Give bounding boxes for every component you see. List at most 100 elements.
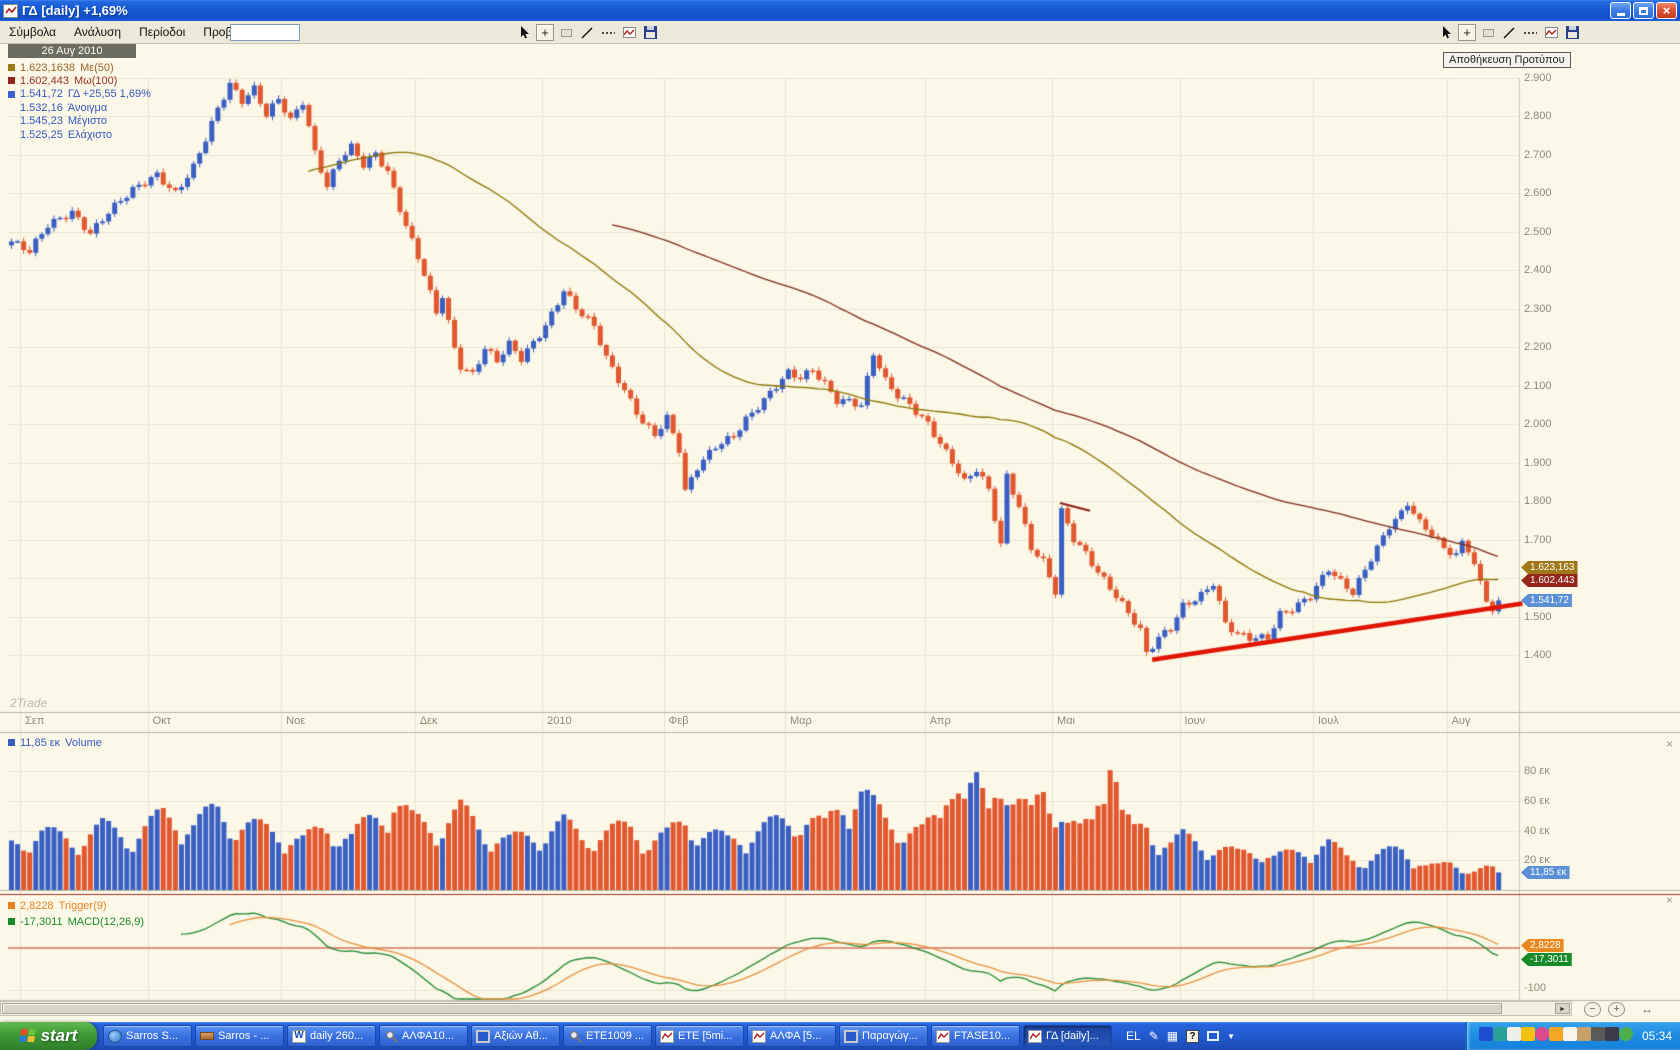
y-axis-label: 2.300 [1524,303,1552,315]
start-button[interactable]: start [0,1022,97,1050]
volume-pane-close-icon[interactable]: × [1663,738,1676,751]
menu-item-3[interactable]: Περίοδοι [130,22,194,42]
restore-button[interactable] [1633,2,1654,19]
price-axis-tag: 1.541,72 [1521,594,1572,607]
y-axis-label: 1.400 [1524,649,1552,661]
crosshair-tool-icon[interactable]: + [536,24,554,41]
messenger-heart-icon[interactable] [1535,1027,1549,1041]
y-axis-label: 2.400 [1524,264,1552,276]
taskbar-button-daily-260-[interactable]: Wdaily 260... [287,1025,376,1047]
scrollbar-thumb[interactable] [2,1003,1502,1014]
close-button[interactable]: × [1656,2,1677,19]
volume-axis-label: 60 εκ [1524,795,1550,807]
pointer-tool-icon[interactable] [515,24,533,41]
save-tool-icon[interactable] [641,24,659,41]
crosshair-date-label: 26 Αυγ 2010 [8,44,136,58]
chat-faces-icon[interactable] [1577,1027,1591,1041]
taskbar-button-sarros-[interactable]: Sarros - ... [195,1025,284,1047]
zoom-in-button[interactable]: + [1608,1002,1625,1017]
volume-legend: 11,85 εκ Volume [8,736,102,749]
horizontal-scrollbar[interactable]: ► [0,1001,1572,1016]
legend-swatch [8,77,15,84]
dotted-line-tool-icon[interactable] [1521,24,1539,41]
volume-speaker-icon[interactable] [1591,1027,1605,1041]
langbar-restore-icon[interactable] [1207,1031,1219,1041]
crosshair-tool-icon[interactable]: + [1458,24,1476,41]
langbar-caret-icon[interactable]: ▼ [1227,1032,1235,1041]
zoom-out-button[interactable]: − [1584,1002,1601,1017]
globe-icon [108,1030,122,1043]
monitor-icon [476,1030,490,1043]
volume-axis-tag: 11,85 εκ [1521,866,1570,879]
pen-icon[interactable]: ✎ [1149,1029,1159,1043]
menu-item-1[interactable]: Σύμβολα [0,22,65,42]
chart-canvas[interactable] [0,44,1680,1022]
pointer-tool-icon[interactable] [1437,24,1455,41]
legend-label: Άνοιγμα [68,102,107,114]
price-legend-row: 1.532,16Άνοιγμα [8,101,107,114]
task-label: daily 260... [310,1030,363,1042]
x-axis-label: Ιουν [1185,715,1206,727]
dotted-line-tool-icon[interactable] [599,24,617,41]
y-axis-label: 2.600 [1524,187,1552,199]
rectangle-tool-icon[interactable] [1479,24,1497,41]
price-axis-tag: 1.623,163 [1521,561,1578,574]
y-axis-label: 2.800 [1524,110,1552,122]
rectangle-tool-icon[interactable] [557,24,575,41]
fit-width-button[interactable]: ↔ [1636,1002,1658,1017]
price-legend-row: 1.602,443Μω(100) [8,74,117,87]
taskbar-button-ftase10-[interactable]: FTASE10... [931,1025,1020,1047]
taskbar-button-αλφα10-[interactable]: ΑΛΦΑ10... [379,1025,468,1047]
update-alert-icon[interactable] [1549,1027,1563,1041]
trendline-tool-icon[interactable] [1500,24,1518,41]
y-axis-label: 2.900 [1524,72,1552,84]
x-axis-label: Φεβ [669,715,689,727]
java-icon[interactable] [1507,1027,1521,1041]
x-axis-label: Σεπ [25,715,44,727]
legend-label: Μέγιστο [68,115,107,127]
macd-pane-close-icon[interactable]: × [1663,894,1676,907]
realtek-audio-icon[interactable] [1479,1027,1493,1041]
scroll-right-button[interactable]: ► [1555,1003,1570,1014]
taskbar-button-αξι-ν-αθ-[interactable]: Αξιών Αθ... [471,1025,560,1047]
task-label: Sarros - ... [218,1030,269,1042]
taskbar-button-sarros-s-[interactable]: Sarros S... [103,1025,192,1047]
y-axis-label: 2.000 [1524,418,1552,430]
gears-utility-icon[interactable] [1493,1027,1507,1041]
x-axis-label: Οκτ [153,715,171,727]
save-tool-icon[interactable] [1563,24,1581,41]
task-label: Παραγώγ... [862,1030,918,1042]
trendline-tool-icon[interactable] [578,24,596,41]
taskbar-button-γδ-daily-[interactable]: ΓΔ [daily]... [1023,1025,1112,1047]
menu-item-2[interactable]: Ανάλυση [65,22,130,42]
legend-swatch [8,64,15,71]
macd-legend: -17,3011 MACD(12,26,9) [8,915,144,928]
macd-legend-swatch [8,918,15,925]
minimize-icon [1617,13,1625,16]
y-axis-label: 1.800 [1524,495,1552,507]
chart-tool-icon[interactable] [1542,24,1560,41]
price-legend-row: 1.545,23Μέγιστο [8,115,107,128]
keyboard-icon[interactable]: ▦ [1167,1029,1178,1043]
document-icon[interactable] [1563,1027,1577,1041]
chart-tool-icon[interactable] [620,24,638,41]
menu-bar: ΣύμβολαΑνάλυσηΠερίοδοιΠροβολή + + [0,21,1680,44]
y-axis-label: 2.700 [1524,149,1552,161]
task-label: ΑΛΦΑ [5... [770,1030,821,1042]
taskbar-button-αλφα-5-[interactable]: ΑΛΦΑ [5... [747,1025,836,1047]
taskbar-button-παραγ-γ-[interactable]: Παραγώγ... [839,1025,928,1047]
y-axis-label: 1.700 [1524,534,1552,546]
security-shield-icon[interactable] [1521,1027,1535,1041]
green-ring-icon[interactable] [1619,1027,1633,1041]
y-axis-label: 1.900 [1524,457,1552,469]
language-indicator[interactable]: EL [1126,1029,1141,1043]
y-axis-label: 2.500 [1524,226,1552,238]
symbol-input[interactable] [230,24,300,41]
app-icon [3,4,18,18]
phone-icon[interactable] [1605,1027,1619,1041]
windows-flag-icon [19,1029,37,1043]
help-icon[interactable]: ? [1186,1030,1199,1043]
minimize-button[interactable] [1610,2,1631,19]
taskbar-button-ete1009-[interactable]: ETE1009 ... [563,1025,652,1047]
taskbar-button-ete-5mi-[interactable]: ETE [5mi... [655,1025,744,1047]
